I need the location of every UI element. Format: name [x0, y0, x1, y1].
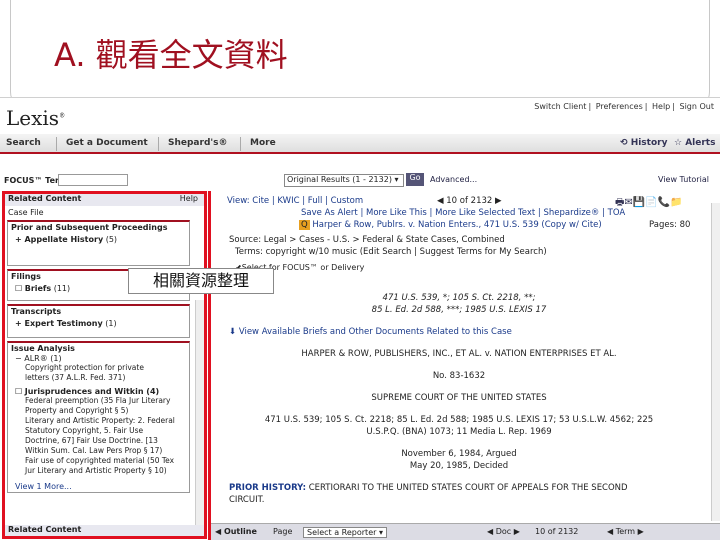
shepards-tab[interactable]: Shepard's® — [168, 138, 228, 148]
star-cite-1: 471 U.S. 539, *; 105 S. Ct. 2218, **; — [382, 293, 536, 303]
page-label: Page — [273, 527, 293, 536]
alerts-button[interactable]: ☆ Alerts — [674, 138, 715, 148]
bottom-toolbar: ◀ Outline Page Select a Reporter ▾ ◀ Doc… — [211, 523, 720, 540]
history-button[interactable]: ⟲ History — [620, 138, 667, 148]
main-nav: Search Get a Document Shepard's® More ⟲ … — [0, 134, 720, 154]
outline-button[interactable]: ◀ Outline — [215, 527, 257, 536]
prior-proceedings-box: Prior and Subsequent Proceedings + Appel… — [7, 220, 190, 266]
more-tab[interactable]: More — [250, 138, 276, 148]
panel-help-link[interactable]: Help — [180, 194, 198, 203]
view-options[interactable]: View: Cite | KWIC | Full | Custom — [227, 196, 363, 206]
prior-history-cont: CIRCUIT. — [229, 495, 265, 505]
docket-number: No. 83-1632 — [432, 371, 486, 381]
reporter-select[interactable]: Select a Reporter ▾ — [303, 527, 387, 538]
jur-line[interactable]: Statutory Copyright, 5. Fair Use — [11, 426, 186, 436]
issue-analysis-box: Issue Analysis − ALR® (1) Copyright prot… — [7, 341, 190, 493]
doc-counter-bottom: 10 of 2132 — [535, 527, 579, 536]
jur-line[interactable]: Fair use of copyrighted material (50 Tex — [11, 456, 186, 466]
argued-date: November 6, 1984, Argued — [401, 449, 517, 459]
term-nav[interactable]: ◀ Term ▶ — [607, 527, 644, 536]
get-document-tab[interactable]: Get a Document — [66, 138, 148, 148]
panel-scrollbar[interactable] — [195, 300, 204, 530]
callout-label: 相關資源整理 — [128, 268, 274, 294]
pages-count: Pages: 80 — [649, 220, 691, 230]
slide-title: A. 觀看全文資料 — [54, 36, 288, 74]
citation-line-2: U.S.P.Q. (BNA) 1073; 11 Media L. Rep. 19… — [366, 427, 552, 437]
related-content-panel: Related Content Help Case File Prior and… — [2, 191, 207, 539]
doc-actions[interactable]: Save As Alert | More Like This | More Li… — [301, 208, 625, 218]
focus-bar: FOCUS™ Terms Original Results (1 - 2132)… — [0, 172, 720, 188]
jur-line[interactable]: Jur Literary and Artistic Property § 10) — [11, 466, 186, 476]
help-link[interactable]: Help — [652, 102, 670, 111]
search-tab[interactable]: Search — [6, 138, 41, 148]
focus-input[interactable] — [58, 174, 128, 186]
jur-line[interactable]: Literary and Artistic Property: 2. Feder… — [11, 416, 186, 426]
decided-date: May 20, 1985, Decided — [409, 461, 509, 471]
lexis-screenshot: Lexis® Switch Client | Preferences | Help |… — [0, 97, 720, 540]
advanced-link[interactable]: Advanced... — [430, 175, 477, 184]
parties: HARPER & ROW, PUBLISHERS, INC., ET AL. v… — [301, 349, 617, 359]
court-name: SUPREME COURT OF THE UNITED STATES — [371, 393, 547, 403]
lexis-logo: Lexis® — [6, 106, 66, 130]
source-line[interactable]: Source: Legal > Cases - U.S. > Federal &… — [229, 235, 505, 245]
document-scrollbar[interactable] — [711, 203, 720, 521]
citation-line-1: 471 U.S. 539; 105 S. Ct. 2218; 85 L. Ed.… — [264, 415, 654, 425]
go-button[interactable]: Go — [406, 173, 424, 186]
switch-client-link[interactable]: Switch Client — [534, 102, 586, 111]
related-content-footer: Related Content — [5, 525, 204, 536]
doc-counter: ◀ 10 of 2132 ▶ — [437, 196, 502, 206]
jur-line[interactable]: Witkin Sum. Cal. Law Pers Prop § 17) — [11, 446, 186, 456]
transcripts-title: Transcripts — [11, 307, 62, 316]
briefs-link[interactable]: ⬇ View Available Briefs and Other Docume… — [229, 327, 512, 337]
case-file-link[interactable]: Case File — [5, 208, 204, 217]
top-links: Switch Client | Preferences | Help | Sign O… — [534, 102, 715, 111]
preferences-link[interactable]: Preferences — [596, 102, 643, 111]
results-select[interactable]: Original Results (1 - 2132) ▾ — [284, 174, 404, 187]
prior-title: Prior and Subsequent Proceedings — [11, 223, 168, 232]
jur-line[interactable]: Doctrine, 67] Fair Use Doctrine. [13 — [11, 436, 186, 446]
alr-line[interactable]: Copyright protection for private — [11, 363, 186, 373]
terms-line[interactable]: Terms: copyright w/10 music (Edit Search… — [235, 247, 547, 257]
expert-testimony-item[interactable]: + Expert Testimony (1) — [11, 319, 186, 328]
prior-history: PRIOR HISTORY: CERTIORARI TO THE UNITED … — [229, 483, 628, 493]
doc-nav[interactable]: ◀ Doc ▶ — [487, 527, 520, 536]
view-tutorial-link[interactable]: View Tutorial — [658, 175, 709, 184]
document-pane: View: Cite | KWIC | Full | Custom ◀ 10 o… — [208, 191, 720, 540]
q-icon: Q — [299, 220, 310, 230]
alr-item[interactable]: − ALR® (1) — [11, 354, 186, 363]
alr-line[interactable]: letters (37 A.L.R. Fed. 371) — [11, 373, 186, 383]
issue-title: Issue Analysis — [11, 344, 75, 353]
jur-line[interactable]: Property and Copyright § 5) — [11, 406, 186, 416]
jur-line[interactable]: Federal preemption (35 Fla Jur Literary — [11, 396, 186, 406]
related-content-header: Related Content Help — [5, 194, 204, 206]
transcripts-box: Transcripts + Expert Testimony (1) — [7, 304, 190, 338]
jurisprudence-item[interactable]: ☐ Jurisprudences and Witkin (4) — [11, 387, 186, 396]
case-name-line[interactable]: Q Harper & Row, Publrs. v. Nation Enters… — [299, 220, 602, 230]
star-cite-2: 85 L. Ed. 2d 588, ***; 1985 U.S. LEXIS 1… — [371, 305, 547, 315]
appellate-history-item[interactable]: + Appellate History (5) — [11, 235, 186, 244]
sign-out-link[interactable]: Sign Out — [680, 102, 715, 111]
view-more-link[interactable]: View 1 More... — [11, 482, 186, 491]
